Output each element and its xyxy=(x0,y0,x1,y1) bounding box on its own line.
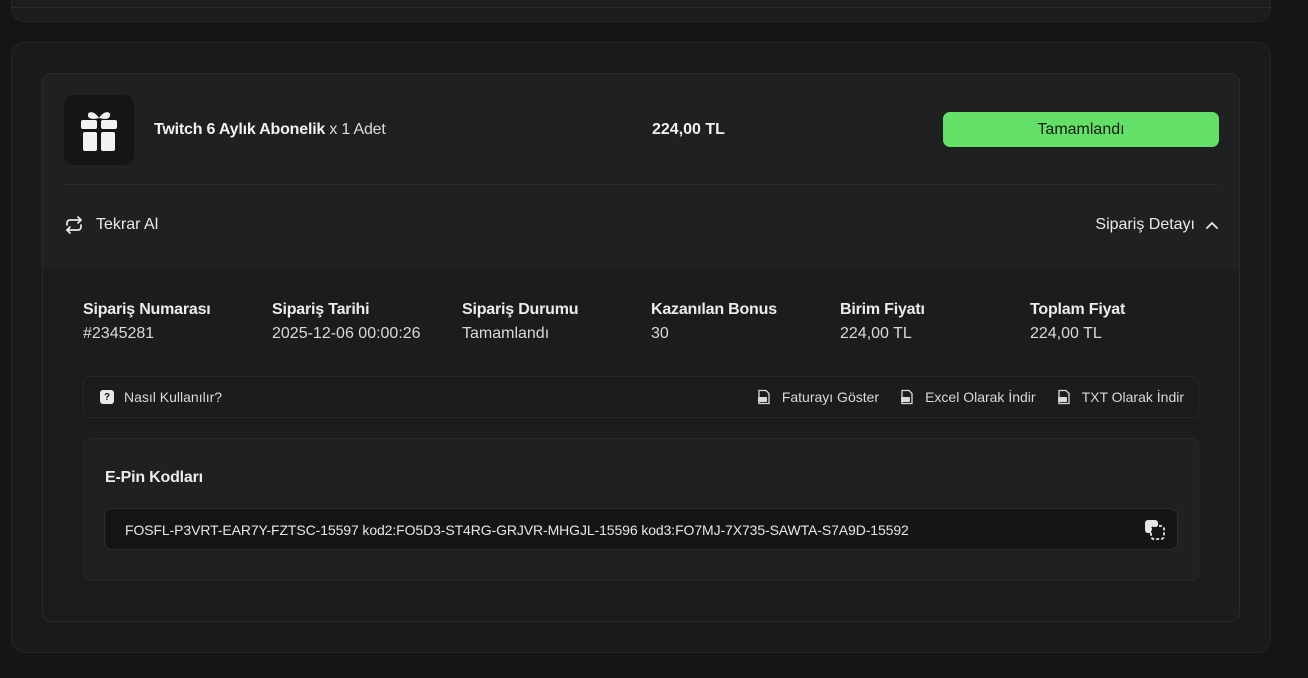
show-invoice-button[interactable]: Faturayı Göster xyxy=(756,389,879,405)
epin-code-field[interactable]: FOSFL-P3VRT-EAR7Y-FZTSC-15597 kod2:FO5D3… xyxy=(104,508,1178,550)
txt-download-label: TXT Olarak İndir xyxy=(1081,389,1184,405)
info-value: Tamamlandı xyxy=(462,325,550,342)
epin-codes[interactable]: FOSFL-P3VRT-EAR7Y-FZTSC-15597 kod2:FO5D3… xyxy=(125,522,909,538)
download-actions: Faturayı Göster Excel Olarak İndir TXT O… xyxy=(756,389,1184,405)
info-value: 224,00 TL xyxy=(840,325,912,342)
refresh-icon xyxy=(66,216,82,234)
product-thumbnail xyxy=(64,95,134,165)
divider xyxy=(12,7,1270,8)
order-card: Twitch 6 Aylık Abonelik x 1 Adet 224,00 … xyxy=(42,73,1240,622)
unit-price: Birim Fiyatı 224,00 TL xyxy=(840,301,925,343)
file-icon xyxy=(757,389,770,405)
info-label: Sipariş Numarası xyxy=(83,301,211,318)
file-icon xyxy=(901,389,913,405)
copy-icon[interactable] xyxy=(1143,518,1167,542)
info-label: Sipariş Tarihi xyxy=(272,301,370,318)
order-detail-panel: Sipariş Numarası #2345281 Sipariş Tarihi… xyxy=(43,269,1239,621)
previous-order-card xyxy=(11,0,1271,22)
order-info-grid: Sipariş Numarası #2345281 Sipariş Tarihi… xyxy=(83,301,1203,351)
how-to-use-link[interactable]: ? Nasıl Kullanılır? xyxy=(100,389,222,405)
order-price: 224,00 TL xyxy=(652,121,725,138)
gift-icon xyxy=(81,112,117,151)
excel-download-label: Excel Olarak İndir xyxy=(925,389,1036,405)
product-name: Twitch 6 Aylık Abonelik xyxy=(154,121,326,138)
earned-bonus: Kazanılan Bonus 30 xyxy=(651,301,777,343)
info-label: Toplam Fiyat xyxy=(1030,301,1126,318)
info-value: 224,00 TL xyxy=(1030,325,1102,342)
action-bar: ? Nasıl Kullanılır? Faturayı Göster Exce… xyxy=(83,376,1199,418)
epin-section: E-Pin Kodları FOSFL-P3VRT-EAR7Y-FZTSC-15… xyxy=(83,438,1199,581)
info-value: #2345281 xyxy=(83,325,155,342)
show-invoice-label: Faturayı Göster xyxy=(781,389,880,405)
file-icon xyxy=(1057,389,1070,405)
reorder-label: Tekrar Al xyxy=(96,216,159,233)
info-value: 30 xyxy=(651,325,669,342)
divider xyxy=(64,184,1218,185)
order-detail-toggle[interactable]: Sipariş Detayı xyxy=(1095,216,1219,234)
info-value: 2025-12-06 00:00:26 xyxy=(272,325,421,342)
total-price: Toplam Fiyat 224,00 TL xyxy=(1030,301,1125,343)
excel-download-button[interactable]: Excel Olarak İndir xyxy=(899,389,1036,405)
question-icon: ? xyxy=(100,390,114,404)
order-date: Sipariş Tarihi 2025-12-06 00:00:26 xyxy=(272,301,421,343)
how-to-use-label: Nasıl Kullanılır? xyxy=(124,389,223,405)
txt-download-button[interactable]: TXT Olarak İndir xyxy=(1056,389,1184,405)
chevron-up-icon xyxy=(1206,222,1218,229)
detail-toggle-label: Sipariş Detayı xyxy=(1095,216,1195,233)
epin-title: E-Pin Kodları xyxy=(105,469,203,486)
order-status: Sipariş Durumu Tamamlandı xyxy=(462,301,579,343)
product-title: Twitch 6 Aylık Abonelik x 1 Adet xyxy=(154,121,386,139)
status-button[interactable]: Tamamlandı xyxy=(943,112,1219,147)
order-number: Sipariş Numarası #2345281 xyxy=(83,301,211,343)
info-label: Birim Fiyatı xyxy=(840,301,925,318)
product-quantity: x 1 Adet xyxy=(329,121,386,138)
reorder-button[interactable]: Tekrar Al xyxy=(64,216,158,234)
info-label: Kazanılan Bonus xyxy=(651,301,777,318)
info-label: Sipariş Durumu xyxy=(462,301,579,318)
